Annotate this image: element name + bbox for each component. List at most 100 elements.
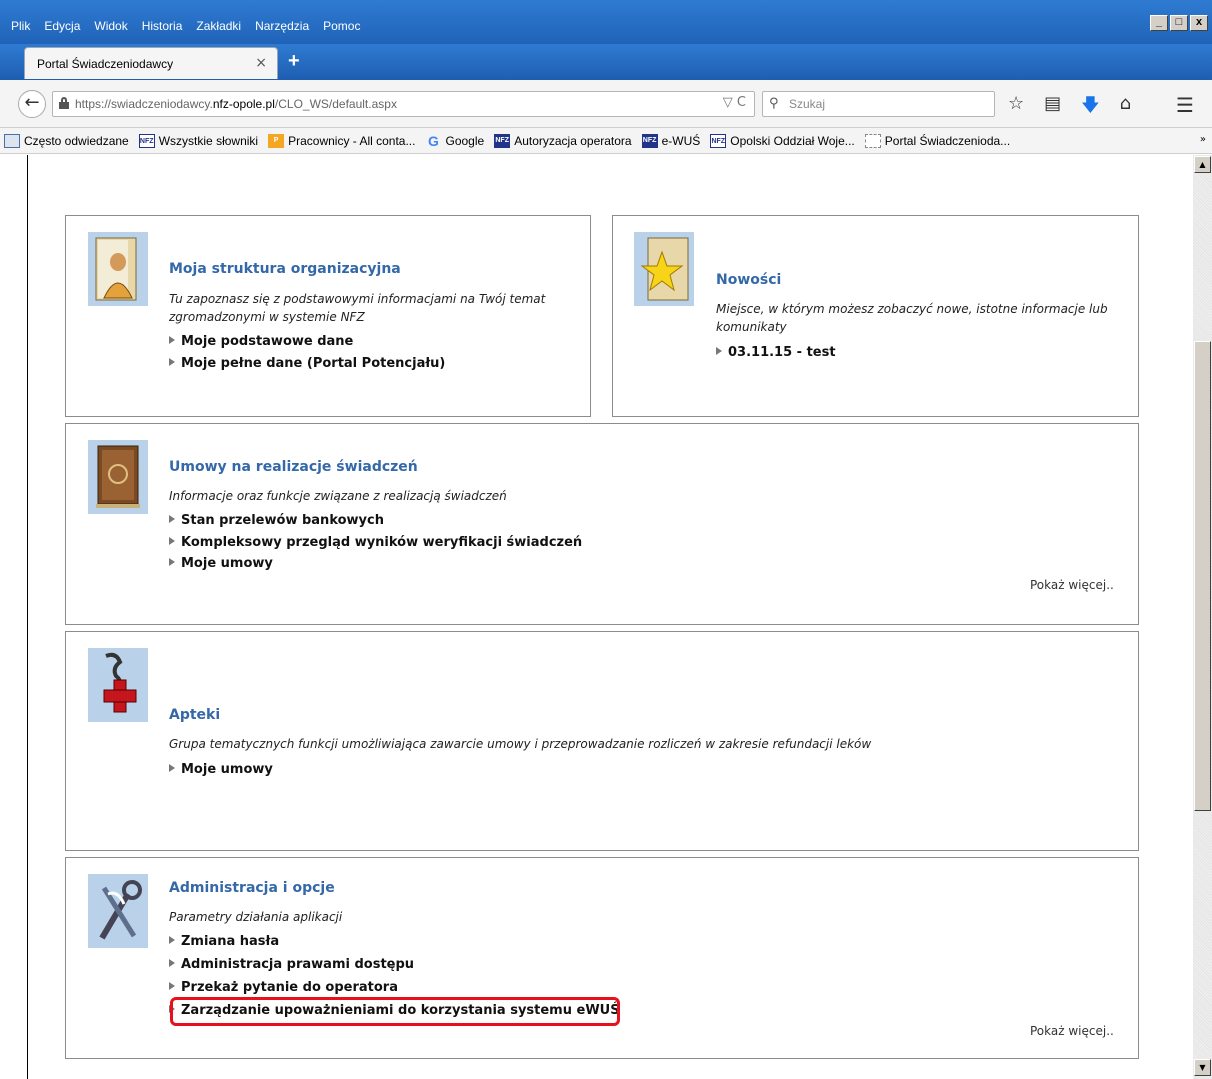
link-news-item[interactable]: 03.11.15 - test	[716, 345, 836, 360]
link-moje-umowy[interactable]: Moje umowy	[169, 556, 273, 571]
panel-description: Tu zapoznasz się z podstawowymi informac…	[169, 292, 546, 324]
show-more-link[interactable]: Pokaż więcej..	[1030, 1024, 1114, 1038]
bookmark-label: Google	[445, 133, 485, 148]
bookmarks-overflow-icon[interactable]: »	[1200, 134, 1206, 145]
search-icon: ⚲	[769, 96, 779, 111]
vertical-scrollbar[interactable]: ▲ ▼	[1193, 155, 1212, 1079]
panel-title[interactable]: Umowy na realizacje świadczeń	[169, 459, 418, 475]
arrow-icon	[169, 558, 175, 566]
link-moje-podstawowe-dane[interactable]: Moje podstawowe dane	[169, 334, 353, 349]
app-icon: P	[268, 133, 285, 148]
url-bar[interactable]: https://swiadczeniodawcy.nfz-opole.pl/CL…	[52, 91, 755, 117]
new-tab-button[interactable]: +	[288, 50, 300, 73]
tab-title: Portal Świadczeniodawcy	[37, 57, 174, 71]
download-icon[interactable]: 🡇	[1081, 93, 1100, 123]
home-icon[interactable]: ⌂	[1120, 93, 1131, 123]
arrow-icon	[169, 358, 175, 366]
link-label: Moje umowy	[181, 556, 273, 571]
menu-item-narzedzia[interactable]: Narzędzia	[248, 19, 316, 33]
panel-description: Informacje oraz funkcje związane z reali…	[169, 489, 507, 503]
menu-item-plik[interactable]: Plik	[4, 19, 37, 33]
bookmark-portal[interactable]: Portal Świadczenioda...	[864, 133, 1011, 148]
search-placeholder: Szukaj	[789, 97, 826, 111]
menu-item-edycja[interactable]: Edycja	[37, 19, 87, 33]
link-stan-przelewow[interactable]: Stan przelewów bankowych	[169, 513, 384, 528]
bookmark-label: Portal Świadczenioda...	[884, 133, 1011, 148]
bookmark-label: Często odwiedzane	[24, 133, 129, 148]
bookmark-label: Autoryzacja operatora	[514, 133, 632, 148]
bookmark-label: Wszystkie słowniki	[158, 133, 259, 148]
toolbar-icons: ☆ ▤ 🡇 ⌂	[1008, 93, 1131, 123]
show-more-link[interactable]: Pokaż więcej..	[1030, 578, 1114, 592]
contracts-book-icon	[88, 440, 148, 514]
nfz-icon: NFZ	[494, 133, 511, 148]
bookmarks-bar: Często odwiedzane NFZ Wszystkie słowniki …	[0, 128, 1212, 154]
arrow-icon	[169, 959, 175, 967]
link-label: Moje umowy	[181, 762, 273, 777]
panel-title[interactable]: Administracja i opcje	[169, 880, 335, 896]
link-label: Zmiana hasła	[181, 934, 280, 949]
navigation-toolbar: ← https://swiadczeniodawcy.nfz-opole.pl/…	[0, 80, 1212, 128]
news-star-icon	[634, 232, 694, 306]
bookmark-wszystkie-slowniki[interactable]: NFZ Wszystkie słowniki	[138, 133, 259, 148]
scroll-down-icon[interactable]: ▼	[1194, 1059, 1211, 1076]
highlight-annotation	[170, 997, 620, 1026]
link-label: Kompleksowy przegląd wyników weryfikacji…	[181, 535, 583, 550]
bookmark-autoryzacja[interactable]: NFZ Autoryzacja operatora	[494, 133, 632, 148]
bookmark-ewus[interactable]: NFZ e-WUŚ	[641, 133, 700, 148]
link-moje-pelne-dane[interactable]: Moje pełne dane (Portal Potencjału)	[169, 356, 445, 371]
panel-description: Parametry działania aplikacji	[169, 910, 343, 924]
folder-icon	[4, 133, 20, 148]
minimize-button[interactable]: _	[1150, 15, 1168, 31]
arrow-icon	[169, 336, 175, 344]
bookmark-opolski[interactable]: NFZ Opolski Oddział Woje...	[710, 133, 855, 148]
search-input[interactable]: ⚲ Szukaj	[762, 91, 995, 117]
link-label: Moje pełne dane (Portal Potencjału)	[181, 356, 446, 371]
link-zmiana-hasla[interactable]: Zmiana hasła	[169, 934, 279, 949]
maximize-button[interactable]: □	[1170, 15, 1188, 31]
menu-item-historia[interactable]: Historia	[135, 19, 190, 33]
bookmark-pracownicy[interactable]: P Pracownicy - All conta...	[268, 133, 416, 148]
scroll-thumb[interactable]	[1194, 341, 1211, 811]
star-icon[interactable]: ☆	[1008, 93, 1024, 123]
menu-item-pomoc[interactable]: Pomoc	[316, 19, 367, 33]
menu-icon[interactable]: ☰	[1176, 93, 1194, 117]
scroll-up-icon[interactable]: ▲	[1194, 156, 1211, 173]
bookmark-czesto-odwiedzane[interactable]: Często odwiedzane	[4, 133, 129, 148]
close-window-button[interactable]: x	[1190, 15, 1208, 31]
arrow-icon	[169, 936, 175, 944]
menu-bar: Plik Edycja Widok Historia Zakładki Narz…	[4, 19, 367, 33]
arrow-icon	[169, 515, 175, 523]
nfz-icon: NFZ	[641, 133, 658, 148]
arrow-icon	[716, 347, 722, 355]
link-label: Moje podstawowe dane	[181, 334, 354, 349]
panel-title[interactable]: Apteki	[169, 707, 220, 723]
panel-description: Grupa tematycznych funkcji umożliwiająca…	[169, 737, 872, 751]
reload-icon[interactable]: ▽ C	[723, 95, 746, 110]
panel-title[interactable]: Nowości	[716, 272, 781, 288]
panel-description: Miejsce, w którym możesz zobaczyć nowe, …	[716, 302, 1108, 334]
tab-portal[interactable]: Portal Świadczeniodawcy ×	[24, 47, 278, 79]
link-label: Przekaż pytanie do operatora	[181, 980, 398, 995]
bookmark-label: Pracownicy - All conta...	[288, 133, 416, 148]
pharmacy-cross-icon	[88, 648, 148, 722]
menu-item-widok[interactable]: Widok	[87, 19, 134, 33]
link-apteki-moje-umowy[interactable]: Moje umowy	[169, 762, 273, 777]
bookmark-label: Opolski Oddział Woje...	[730, 133, 855, 148]
google-icon: G	[428, 132, 439, 149]
reading-list-icon[interactable]: ▤	[1044, 93, 1061, 123]
panel-title[interactable]: Moja struktura organizacyjna	[169, 261, 401, 277]
tab-close-icon[interactable]: ×	[255, 55, 267, 71]
page-border	[27, 155, 28, 1079]
menu-item-zakladki[interactable]: Zakładki	[189, 19, 248, 33]
page-icon	[864, 133, 881, 148]
back-icon[interactable]: ←	[18, 90, 46, 118]
url-domain: nfz-opole.pl	[212, 97, 275, 111]
link-label: Administracja prawami dostępu	[181, 957, 415, 972]
lock-icon	[59, 97, 69, 109]
bookmark-google[interactable]: G Google	[425, 134, 484, 148]
link-przekaz-pytanie[interactable]: Przekaż pytanie do operatora	[169, 980, 398, 995]
link-administracja-prawami[interactable]: Administracja prawami dostępu	[169, 957, 414, 972]
link-kompleksowy-przeglad[interactable]: Kompleksowy przegląd wyników weryfikacji…	[169, 535, 582, 550]
url-path: /CLO_WS/default.aspx	[274, 97, 397, 111]
